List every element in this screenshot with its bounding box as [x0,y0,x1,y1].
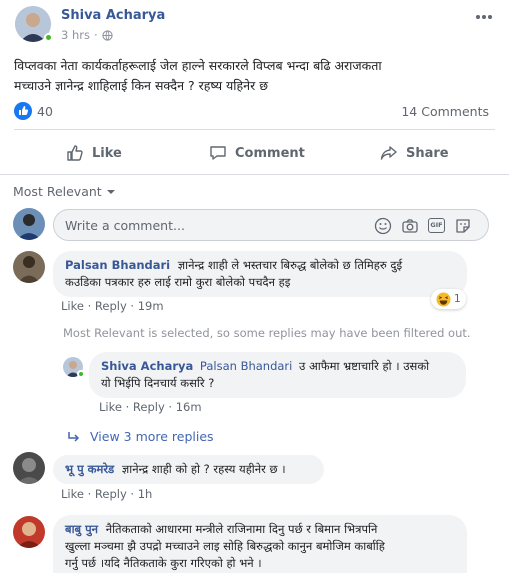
comment-author[interactable]: बाबु पुन [65,522,98,536]
post-text-line: विप्लवका नेता कार्यकर्ताहरूलाई जेल हाल्न… [14,58,382,73]
post-timestamp[interactable]: 3 hrs · [61,28,113,42]
reply-actions: Like · Reply · 16m [99,400,202,414]
comment-count[interactable]: 14 Comments [401,104,489,119]
thumbs-up-icon [67,145,83,161]
reply-time[interactable]: 16m [176,400,202,414]
comment-author[interactable]: Palsan Bhandari [65,258,170,272]
globe-icon [102,29,113,41]
reply-author[interactable]: Shiva Acharya [101,359,193,373]
gif-icon-label: GIF [430,221,443,229]
comment-text: ज्ञानेन्द्र शाही ले भस्तचार बिरुद्ध बोले… [177,258,403,272]
view-more-replies[interactable]: View 3 more replies [67,429,214,444]
commenter-avatar[interactable] [13,452,45,484]
gif-icon[interactable]: GIF [428,218,445,233]
comment-input[interactable]: Write a comment... GIF [53,209,489,241]
person-photo [13,452,45,484]
sort-label: Most Relevant [13,184,102,199]
comment-like-link[interactable]: Like [61,299,84,313]
comment-button-label: Comment [235,145,305,161]
view-more-replies-label: View 3 more replies [90,429,214,444]
comment-like-link[interactable]: Like [61,487,84,501]
online-status-dot [77,370,85,378]
person-photo [13,251,45,283]
comment-actions: Like · Reply · 19m [61,299,164,313]
comment-reply-link[interactable]: Reply [95,299,127,313]
commenter-avatar[interactable] [13,251,45,283]
comment-bubble: बाबु पुन नैतिकताको आधारमा मन्त्रीले राजि… [53,515,467,573]
comment-text: नैतिकताको आधारमा मन्त्रीले राजिनामा दिनु… [105,522,378,536]
caret-down-icon [106,189,115,194]
comment-bubble: Palsan Bhandari ज्ञानेन्द्र शाही ले भस्त… [53,251,467,297]
post-text-line: मच्चाउने ज्ञानेन्द्र शाहिलाई किन सक्दैन … [14,78,268,93]
reply-arrow-icon [68,431,80,442]
like-reaction-icon [14,102,32,120]
like-button-label: Like [92,145,122,161]
reply-reply-link[interactable]: Reply [133,400,165,414]
haha-reaction-icon [436,291,451,307]
separator-dot: · [87,299,95,313]
more-options-icon[interactable] [474,8,494,20]
comment-bubble: भू पु कमरेड ज्ञानेन्द्र शाही को हो ? रहस… [53,455,324,484]
comment-author[interactable]: भू पु कमरेड [65,462,114,476]
emoji-icon[interactable] [374,217,392,235]
comment-button[interactable]: Comment [209,141,305,165]
comment-text: गर्नु पर्छ ।यदि नैतिकताके कुरा गरिएको हो… [65,556,262,570]
comment-icon [210,146,226,160]
comment-input-placeholder: Write a comment... [65,218,185,233]
reaction-summary[interactable]: 40 [14,102,53,120]
comment-time[interactable]: 19m [138,299,164,313]
reply-mention[interactable]: Palsan Bhandari [200,359,292,373]
divider [0,174,509,175]
separator-dot: · [87,487,95,501]
online-status-dot [44,33,53,42]
reply-bubble: Shiva Acharya Palsan Bhandari उ आफैमा भ्… [89,352,466,398]
like-button[interactable]: Like [66,141,122,165]
sticker-icon[interactable] [454,217,472,235]
person-photo [13,208,45,240]
post-time[interactable]: 3 hrs [61,28,90,42]
comment-reaction-badge[interactable]: 1 [431,289,466,309]
post-author-name[interactable]: Shiva Acharya [61,8,165,23]
separator-dot: · [130,487,138,501]
comment-time[interactable]: 1h [138,487,153,501]
separator-dot: · [125,400,133,414]
camera-icon[interactable] [401,217,419,235]
reply-like-link[interactable]: Like [99,400,122,414]
separator-dot: · [130,299,138,313]
comment-text: ज्ञानेन्द्र शाही को हो ? रहस्य यहीनेर छ … [121,462,286,476]
comment-sort-dropdown[interactable]: Most Relevant [13,184,116,199]
comment-text: कउडिका पत्रकार हरु लाई रामो कुरा बोलेको … [65,275,291,289]
divider [14,129,495,130]
share-button-label: Share [406,145,449,161]
comment-actions: Like · Reply · 1h [61,487,152,501]
separator-dot: · [93,28,98,42]
reaction-count: 1 [454,293,461,305]
share-icon [380,146,397,160]
comment-text: खुल्ला मञ्चमा झै उपद्रो मच्चाउने लाइ सोह… [65,539,385,553]
filter-notice: Most Relevant is selected, so some repli… [63,326,471,340]
person-photo [13,516,45,548]
post-text: विप्लवका नेता कार्यकर्ताहरूलाई जेल हाल्न… [14,56,499,96]
reply-text: यो भिईपि दिनचार्य कसरि ? [101,376,215,390]
reply-text: उ आफैमा भ्रष्टाचारि हो । उसको [299,359,430,373]
like-count[interactable]: 40 [37,104,53,119]
share-button[interactable]: Share [380,141,449,165]
comment-reply-link[interactable]: Reply [95,487,127,501]
commenter-avatar[interactable] [13,516,45,548]
current-user-avatar[interactable] [13,208,45,240]
separator-dot: · [168,400,176,414]
